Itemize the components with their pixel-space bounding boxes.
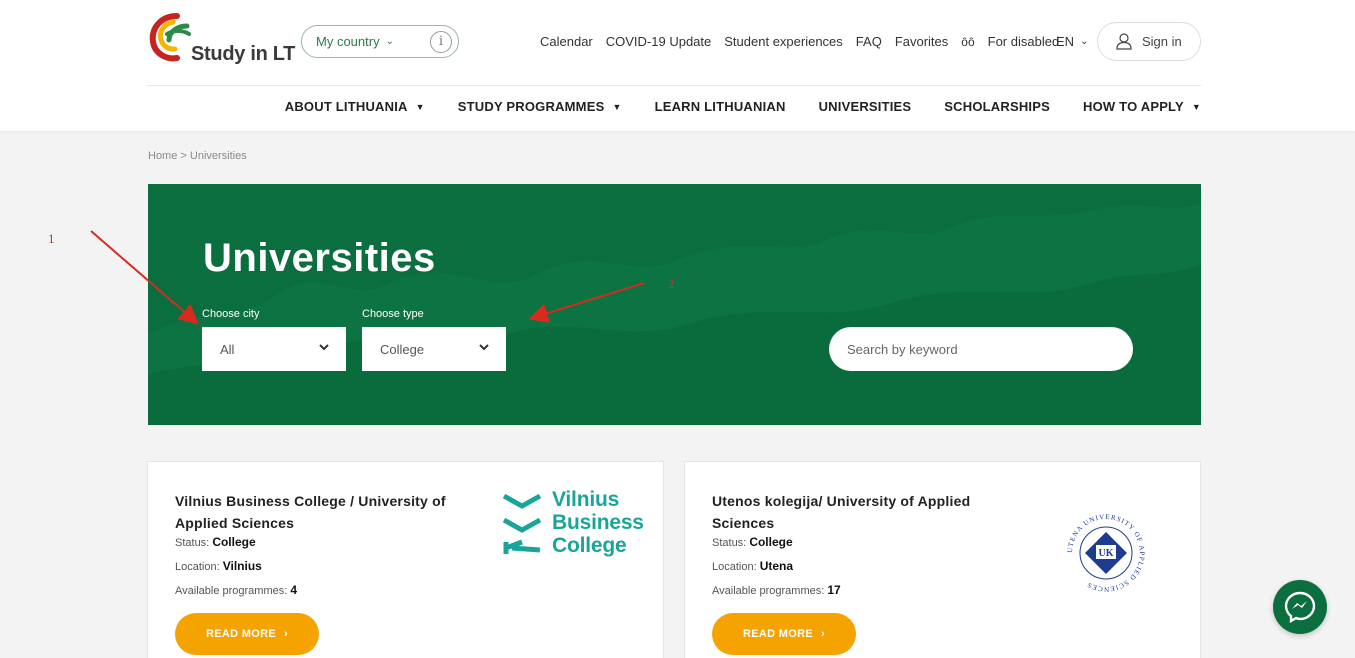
chevron-down-icon: ▼ [415, 101, 425, 112]
page-title: Universities [203, 236, 436, 280]
vbc-logo-mark [502, 493, 542, 554]
site-header: Study in LT My country ⌄ i Calendar COVI… [0, 0, 1355, 131]
type-value: College [380, 341, 425, 357]
nav-how-to-apply[interactable]: HOW TO APPLY ▼ [1083, 99, 1201, 114]
header-divider [147, 85, 1201, 86]
nav-label: STUDY PROGRAMMES [457, 99, 605, 114]
programmes-label: Available programmes: [712, 585, 825, 597]
country-selector[interactable]: My country ⌄ i [301, 25, 459, 58]
read-more-label: READ MORE [206, 628, 276, 640]
breadcrumb[interactable]: Home > Universities [148, 150, 247, 162]
link-faq[interactable]: FAQ [856, 34, 882, 49]
language-selector[interactable]: EN ⌄ [1056, 34, 1088, 49]
seal-initials: UK [1099, 548, 1114, 559]
chevron-down-icon: ⌄ [385, 36, 394, 47]
read-more-button[interactable]: READ MORE › [175, 613, 319, 655]
chevron-right-icon: › [283, 628, 288, 640]
status-value: College [749, 535, 793, 549]
programmes-value: 4 [290, 583, 298, 597]
card-location: Location: Utena [712, 559, 793, 573]
status-value: College [212, 535, 256, 549]
nav-label: ABOUT LITHUANIA [284, 99, 408, 114]
site-logo[interactable]: Study in LT [147, 12, 295, 68]
language-label: EN [1056, 34, 1075, 49]
main-nav: ABOUT LITHUANIA ▼ STUDY PROGRAMMES ▼ LEA… [252, 99, 1201, 114]
link-calendar[interactable]: Calendar [540, 34, 593, 49]
nav-label: LEARN LITHUANIAN [654, 99, 786, 114]
nav-label: HOW TO APPLY [1083, 99, 1184, 114]
card-title[interactable]: Vilnius Business College / University of… [175, 490, 465, 534]
type-label: Choose type [362, 308, 424, 320]
location-label: Location: [712, 561, 757, 573]
card-status: Status: College [712, 535, 793, 549]
status-label: Status: [712, 537, 747, 549]
nav-learn-lithuanian[interactable]: LEARN LITHUANIAN [655, 99, 786, 114]
top-links: Calendar COVID-19 Update Student experie… [540, 34, 1085, 49]
nav-scholarships[interactable]: SCHOLARSHIPS [944, 99, 1050, 114]
annotation-label-2: 2 [668, 276, 675, 291]
link-student-experiences[interactable]: Student experiences [724, 34, 843, 49]
logo-mark-icon [149, 13, 191, 62]
university-logo: Vilnius Business College [502, 488, 644, 558]
chevron-right-icon: › [820, 628, 825, 640]
location-value: Vilnius [222, 559, 262, 573]
nav-about-lithuania[interactable]: ABOUT LITHUANIA ▼ [285, 99, 425, 114]
country-label: My country [316, 34, 380, 49]
chevron-down-icon [319, 344, 329, 351]
logo-text: Study in LT [191, 43, 296, 65]
sign-in-label: Sign in [1142, 34, 1182, 49]
nav-label: UNIVERSITIES [818, 99, 912, 114]
type-select[interactable]: College [362, 327, 506, 371]
location-label: Location: [175, 561, 220, 573]
city-label: Choose city [202, 308, 260, 320]
forest-background [148, 204, 1201, 425]
card-location: Location: Vilnius [175, 559, 262, 573]
card-programmes: Available programmes: 17 [712, 583, 841, 597]
status-label: Status: [175, 537, 210, 549]
link-covid[interactable]: COVID-19 Update [606, 34, 712, 49]
logo-line: Business [552, 511, 644, 534]
messenger-icon [1284, 591, 1316, 624]
card-title[interactable]: Utenos kolegija/ University of Applied S… [712, 490, 1002, 534]
user-icon [1116, 33, 1132, 50]
chevron-down-icon: ⌄ [1080, 36, 1089, 47]
university-card[interactable]: Vilnius Business College / University of… [147, 461, 664, 658]
logo-line: College [552, 534, 627, 557]
hero-banner: Universities Choose city All Choose type… [148, 184, 1201, 425]
nav-study-programmes[interactable]: STUDY PROGRAMMES ▼ [458, 99, 622, 114]
search-input[interactable]: Search by keyword [829, 327, 1133, 371]
read-more-label: READ MORE [743, 628, 813, 640]
read-more-button[interactable]: READ MORE › [712, 613, 856, 655]
university-seal-logo: UTENA UNIVERSITY OF APPLIED SCIENCES UK [1066, 513, 1145, 593]
card-status: Status: College [175, 535, 256, 549]
logo-line: Vilnius [552, 488, 620, 511]
chevron-down-icon: ▼ [612, 101, 622, 112]
location-value: Utena [759, 559, 794, 573]
city-value: All [220, 341, 235, 357]
chevron-down-icon [479, 344, 489, 351]
programmes-value: 17 [827, 583, 841, 597]
nav-label: SCHOLARSHIPS [944, 99, 1050, 114]
vbc-logo-text: Vilnius Business College [552, 488, 644, 557]
university-card[interactable]: Utenos kolegija/ University of Applied S… [684, 461, 1201, 658]
nav-universities[interactable]: UNIVERSITIES [819, 99, 912, 114]
for-disabled-label: For disabled [987, 34, 1060, 49]
programmes-label: Available programmes: [175, 585, 288, 597]
annotation-label-1: 1 [48, 231, 55, 246]
messenger-chat-button[interactable] [1273, 580, 1327, 634]
card-programmes: Available programmes: 4 [175, 583, 297, 597]
city-select[interactable]: All [202, 327, 346, 371]
sign-in-button[interactable]: Sign in [1097, 22, 1201, 61]
info-icon[interactable]: i [430, 31, 452, 53]
link-favorites[interactable]: Favorites [895, 34, 948, 49]
chevron-down-icon: ▼ [1191, 101, 1201, 112]
glasses-icon: ôô [961, 34, 975, 49]
